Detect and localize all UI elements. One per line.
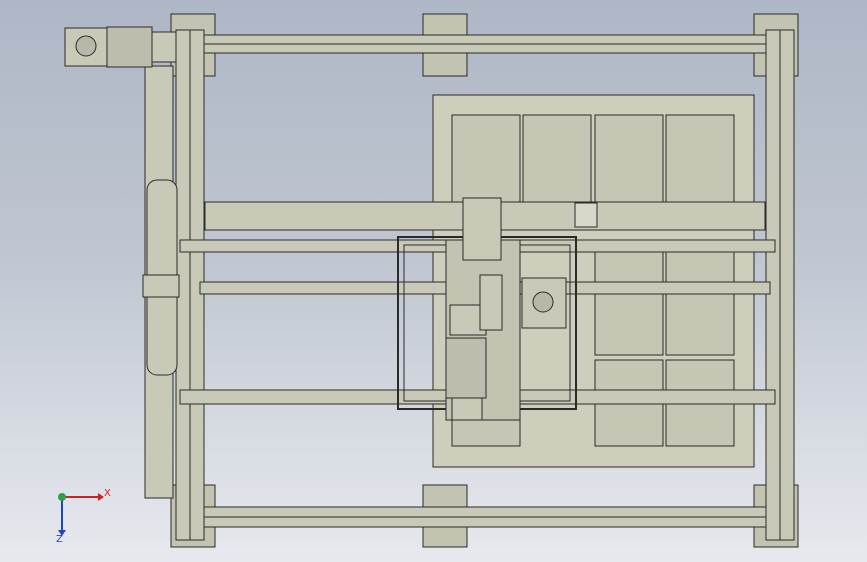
gantry-machine-drawing: X Z bbox=[56, 13, 799, 548]
bottom-rail bbox=[184, 506, 776, 528]
cad-viewport[interactable]: X Z bbox=[0, 0, 867, 562]
axis-triad: X Z bbox=[56, 488, 111, 545]
belt-housing bbox=[142, 65, 180, 499]
drive-motor bbox=[64, 26, 177, 68]
y-axis-dot bbox=[58, 493, 66, 501]
top-rail bbox=[184, 34, 776, 54]
z-axis-label: Z bbox=[56, 534, 63, 545]
x-axis-label: X bbox=[104, 488, 111, 499]
